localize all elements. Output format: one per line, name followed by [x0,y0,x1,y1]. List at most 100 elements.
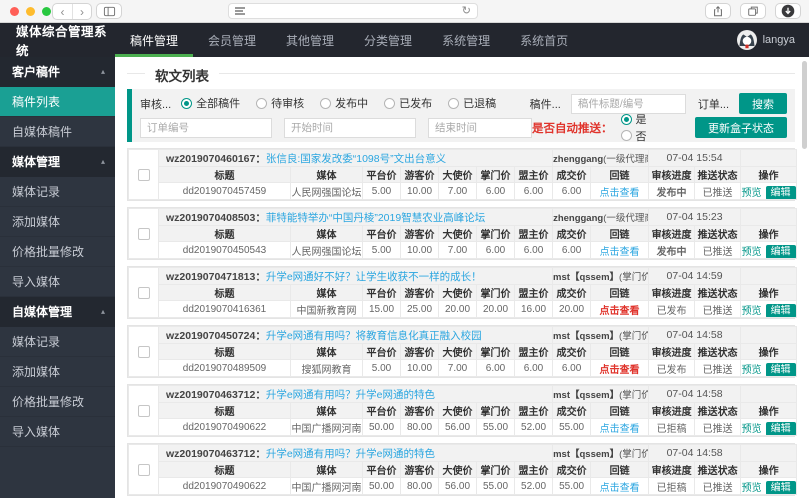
page-title: 软文列表 [145,65,219,85]
close-window-button[interactable] [10,7,19,16]
order-no-input[interactable] [140,117,272,138]
view-backlink[interactable]: 点击查看 [600,483,640,494]
edit-button[interactable]: 编辑 [765,363,796,376]
nav-tab[interactable]: 其他管理 [271,23,349,57]
status-radio-option[interactable]: 全部稿件 [181,95,240,111]
radio-label: 待审核 [271,98,305,111]
status-filter-label: 审核... [140,98,172,111]
radio-icon [384,97,396,109]
media-name: 中国广播网河南 [290,477,363,495]
chrome-toolbar [705,3,801,19]
entry-header-spacer [740,385,798,403]
back-button[interactable]: ‹ [53,4,72,19]
agent-note: (掌门价格) [619,272,648,283]
edit-button[interactable]: 编辑 [765,481,796,494]
sidebar-item[interactable]: 导入媒体 [0,417,115,447]
sidebar-section-header[interactable]: 媒体管理 ▴ [0,147,115,177]
sidebar-item[interactable]: 媒体记录 [0,177,115,207]
edit-button[interactable]: 编辑 [765,245,796,258]
nav-tab[interactable]: 稿件管理 [115,23,193,57]
address-bar[interactable]: ↻ [228,3,478,19]
sidebar-item[interactable]: 自媒体稿件 [0,117,115,147]
end-time-input[interactable] [428,117,532,138]
article-title-link[interactable]: 升学e网通有用吗？将教育信息化真正融入校园 [266,330,482,342]
sidebar-item[interactable]: 添加媒体 [0,207,115,237]
entry-checkbox-cell [128,208,159,259]
sidebar-item[interactable]: 导入媒体 [0,267,115,297]
article-title-link[interactable]: 升学e网通好不好？让学生收获不一样的成长！ [266,271,482,283]
view-backlink[interactable]: 点击查看 [600,188,640,199]
forward-button[interactable]: › [72,4,91,19]
article-title-link[interactable]: 菲特能特举办“中国丹棱”2019智慧农业高峰论坛 [266,212,485,224]
price-value: 5.00 [362,241,401,259]
zoom-window-button[interactable] [42,7,51,16]
review-status: 已发布 [648,300,696,318]
edit-button[interactable]: 编辑 [765,186,796,199]
column-header: 操作 [740,166,798,183]
view-backlink[interactable]: 点击查看 [600,365,640,376]
price-value: 6.00 [513,359,554,377]
column-header: 推送状态 [694,461,742,478]
tabs-overview-button[interactable] [740,3,766,19]
reload-icon[interactable]: ↻ [462,5,471,17]
sidebar-item[interactable]: 添加媒体 [0,357,115,387]
entry-checkbox[interactable] [137,286,150,299]
edit-button[interactable]: 编辑 [765,304,796,317]
keyword-filter-label: 稿件... [529,98,561,111]
entry-checkbox[interactable] [137,168,150,181]
status-radio-option[interactable]: 发布中 [320,95,368,111]
autopush-radio-option[interactable]: 是 [620,111,647,127]
preview-link[interactable]: 预览 [742,247,762,258]
edit-button[interactable]: 编辑 [765,422,796,435]
entry-checkbox[interactable] [137,404,150,417]
autopush-radio-option[interactable]: 否 [620,128,647,144]
sidebar-item[interactable]: 稿件列表 [0,87,115,117]
article-title-link[interactable]: 张信良:国家发改委“1098号”文出台意义 [266,153,446,165]
nav-tab[interactable]: 系统管理 [427,23,505,57]
sidebar-toggle-button[interactable] [96,3,122,19]
view-backlink[interactable]: 点击查看 [600,306,640,317]
user-box[interactable]: langya [736,23,809,57]
article-title-link[interactable]: 升学e网通有用吗？升学e网通的特色 [266,448,435,460]
entry-checkbox-cell [128,444,159,495]
article-title-link[interactable]: 升学e网通有用吗？升学e网通的特色 [266,389,435,401]
entry-data-row: dd2019070457459 人民网强国论坛 5.00 10.00 7.00 6.00 6… [129,182,798,200]
status-radio-option[interactable]: 已发布 [384,95,432,111]
start-time-input[interactable] [284,117,416,138]
preview-link[interactable]: 预览 [742,365,762,376]
article-entry: wz2019070463712：升学e网通有用吗？升学e网通的特色 mst【qs… [127,443,798,496]
preview-link[interactable]: 预览 [742,306,762,317]
price-value: 52.00 [513,477,554,495]
collapse-arrow-icon: ▴ [100,157,105,166]
entry-checkbox[interactable] [137,463,150,476]
preview-link[interactable]: 预览 [742,483,762,494]
sidebar-section-header[interactable]: 客户稿件 ▴ [0,57,115,87]
entry-checkbox[interactable] [137,345,150,358]
price-value: 80.00 [400,418,439,436]
sidebar-section-header[interactable]: 自媒体管理 ▴ [0,297,115,327]
column-header: 游客价 [400,225,439,242]
nav-tab[interactable]: 会员管理 [193,23,271,57]
price-value: 6.00 [476,241,515,259]
sidebar-item[interactable]: 价格批量修改 [0,237,115,267]
price-value: 5.00 [362,359,401,377]
content-scrollbar[interactable] [802,61,807,149]
sidebar-item[interactable]: 价格批量修改 [0,387,115,417]
entry-checkbox[interactable] [137,227,150,240]
share-button[interactable] [705,3,731,19]
sidebar-item[interactable]: 媒体记录 [0,327,115,357]
view-backlink[interactable]: 点击查看 [600,247,640,258]
status-radio-option[interactable]: 已退稿 [448,95,496,111]
downloads-button[interactable] [775,3,801,19]
preview-link[interactable]: 预览 [742,424,762,435]
nav-tab[interactable]: 分类管理 [349,23,427,57]
update-box-status-button[interactable]: 更新盒子状态 [695,117,787,138]
preview-link[interactable]: 预览 [742,188,762,199]
view-backlink[interactable]: 点击查看 [600,424,640,435]
status-radio-option[interactable]: 待审核 [256,95,304,111]
push-status: 已推送 [694,241,742,259]
app-logo[interactable]: 媒体综合管理系统 [0,23,115,58]
minimize-window-button[interactable] [26,7,35,16]
entry-timestamp: 07-04 14:58 [648,385,742,403]
nav-tab[interactable]: 系统首页 [505,23,583,57]
